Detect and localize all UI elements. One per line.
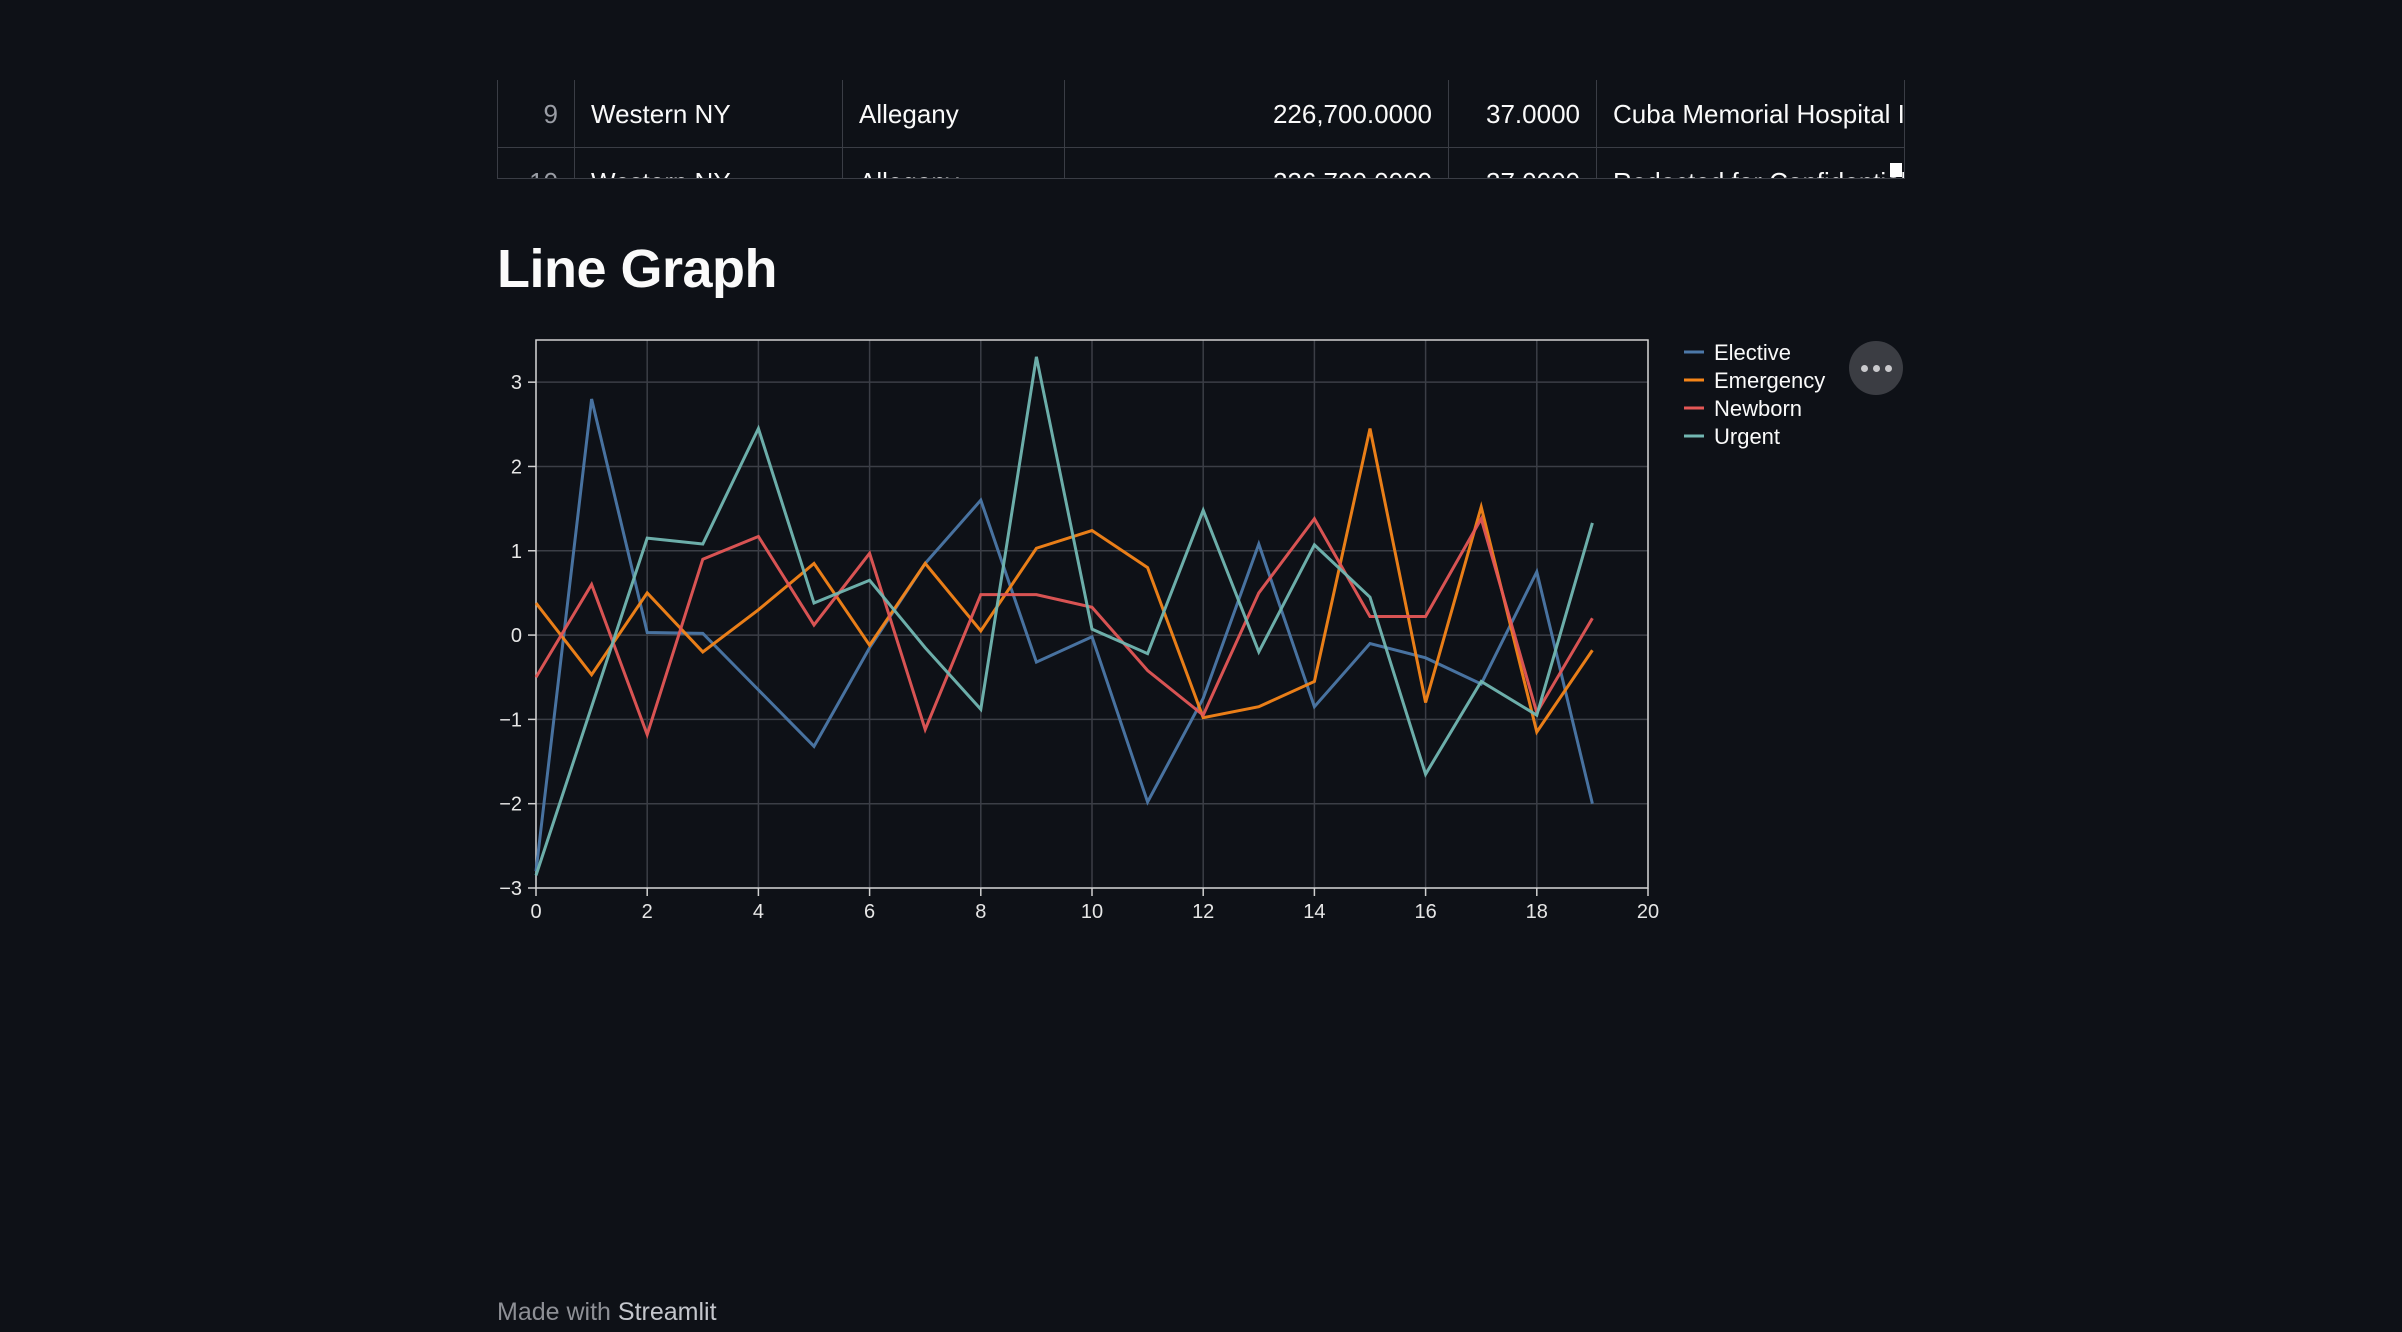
x-tick-label: 12	[1192, 901, 1214, 923]
footer: Made with Streamlit	[497, 1298, 717, 1327]
legend-label-urgent: Urgent	[1714, 424, 1780, 449]
facility-cell: Cuba Memorial Hospital I	[1596, 80, 1905, 148]
value-cell: 37.0000	[1448, 80, 1596, 148]
region-cell: Western NY	[574, 148, 842, 178]
page-title: Line Graph	[497, 239, 778, 299]
x-tick-label: 0	[530, 901, 541, 923]
x-tick-label: 10	[1081, 901, 1103, 923]
county-cell: Allegany	[842, 148, 1064, 178]
y-tick-label: 1	[511, 541, 522, 563]
value-cell: 226,700.0000	[1064, 80, 1448, 148]
table-row: 9 Western NY Allegany 226,700.0000 37.00…	[497, 80, 1905, 148]
y-tick-label: 2	[511, 456, 522, 478]
series-line-emergency	[534, 428, 1594, 736]
y-tick-label: −3	[499, 878, 522, 900]
y-tick-label: −1	[499, 709, 522, 731]
table-resize-handle[interactable]	[1890, 163, 1902, 177]
more-horizontal-icon	[1872, 364, 1880, 372]
footer-prefix: Made with	[497, 1298, 611, 1326]
more-horizontal-icon	[1860, 364, 1868, 372]
legend-label-elective: Elective	[1714, 340, 1791, 365]
dataframe[interactable]: 9 Western NY Allegany 226,700.0000 37.00…	[497, 80, 1905, 179]
more-horizontal-icon	[1884, 364, 1892, 372]
x-tick-label: 16	[1414, 901, 1436, 923]
series-line-urgent	[534, 356, 1594, 876]
y-tick-label: 3	[511, 372, 522, 394]
x-tick-label: 8	[975, 901, 986, 923]
y-tick-label: −2	[499, 794, 522, 816]
value-cell: 37.0000	[1448, 148, 1596, 178]
legend-label-emergency: Emergency	[1714, 368, 1825, 393]
value-cell: 226,700.0000	[1064, 148, 1448, 178]
y-tick-label: 0	[511, 625, 522, 647]
x-tick-label: 20	[1637, 901, 1659, 923]
streamlit-link[interactable]: Streamlit	[618, 1298, 717, 1326]
line-chart: 0 2 4 6 8 10 12 14 16 18 20−3−2−10123 ElectiveEmer…	[499, 339, 1825, 923]
county-cell: Allegany	[842, 80, 1064, 148]
chart-menu-button[interactable]	[1849, 341, 1903, 395]
table-row: 10 Western NY Allegany 226,700.0000 37.0…	[497, 148, 1905, 178]
chart-legend: Elective Emergency Newborn Urgent	[1684, 340, 1825, 449]
x-tick-label: 2	[642, 901, 653, 923]
row-index: 10	[497, 148, 574, 178]
row-index: 9	[497, 80, 574, 148]
x-tick-label: 14	[1303, 901, 1325, 923]
x-tick-label: 6	[864, 901, 875, 923]
facility-cell: Redacted for Confidentiality	[1596, 148, 1905, 178]
x-tick-label: 4	[753, 901, 764, 923]
chart-grid	[535, 340, 1649, 889]
x-tick-label: 18	[1526, 901, 1548, 923]
legend-label-newborn: Newborn	[1714, 396, 1802, 421]
chart-series	[534, 356, 1594, 876]
region-cell: Western NY	[574, 80, 842, 148]
